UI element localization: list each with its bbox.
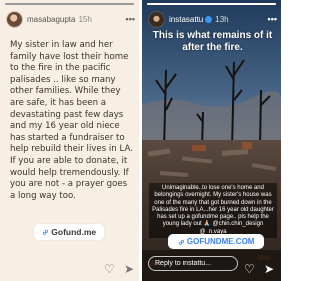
heart-icon[interactable]: ♡ bbox=[244, 262, 255, 276]
story-footer: ♡ ➤ bbox=[142, 256, 281, 276]
story-caption: Unimaginable..to lose one's home and bel… bbox=[149, 183, 277, 239]
story-header: instasattu 13h ••• bbox=[148, 9, 277, 29]
avatar[interactable] bbox=[148, 10, 165, 28]
more-horizontal-icon[interactable]: ••• bbox=[126, 14, 135, 24]
story-progress-bar bbox=[147, 3, 276, 5]
verified-badge-icon bbox=[205, 15, 213, 23]
story-panel-masabagupta[interactable]: masabagupta 15h ••• My sister in law and… bbox=[0, 0, 139, 281]
story-progress-bar bbox=[5, 3, 134, 5]
link-sticker-text: Gofund.me bbox=[51, 227, 97, 237]
link-icon: ∞ bbox=[174, 235, 187, 248]
link-sticker[interactable]: ∞ Gofund.me bbox=[34, 224, 104, 240]
username[interactable]: masabagupta bbox=[27, 15, 75, 24]
story-panel-instasattu[interactable]: instasattu 13h ••• This is what remains … bbox=[142, 0, 281, 281]
story-overlay-title: This is what remains of it after the fir… bbox=[152, 30, 273, 53]
post-time: 13h bbox=[215, 14, 229, 24]
link-sticker[interactable]: ∞ GOFUNDME.COM bbox=[168, 234, 264, 249]
post-time: 15h bbox=[78, 14, 92, 24]
username[interactable]: instasattu bbox=[169, 15, 203, 24]
reply-input[interactable] bbox=[148, 256, 238, 271]
story-footer: ♡ ➤ bbox=[0, 260, 139, 276]
send-icon[interactable]: ➤ bbox=[124, 262, 134, 276]
story-progress-fill bbox=[147, 3, 276, 5]
send-icon[interactable]: ➤ bbox=[264, 262, 274, 276]
heart-icon[interactable]: ♡ bbox=[104, 262, 115, 276]
link-icon: ∞ bbox=[39, 226, 51, 238]
story-header: masabagupta 15h ••• bbox=[6, 9, 135, 29]
more-horizontal-icon[interactable]: ••• bbox=[268, 14, 277, 24]
link-sticker-text: GOFUNDME.COM bbox=[186, 237, 255, 246]
story-body-text: My sister in law and her family have los… bbox=[10, 40, 133, 201]
story-progress-fill bbox=[5, 3, 134, 5]
avatar[interactable] bbox=[6, 10, 23, 28]
